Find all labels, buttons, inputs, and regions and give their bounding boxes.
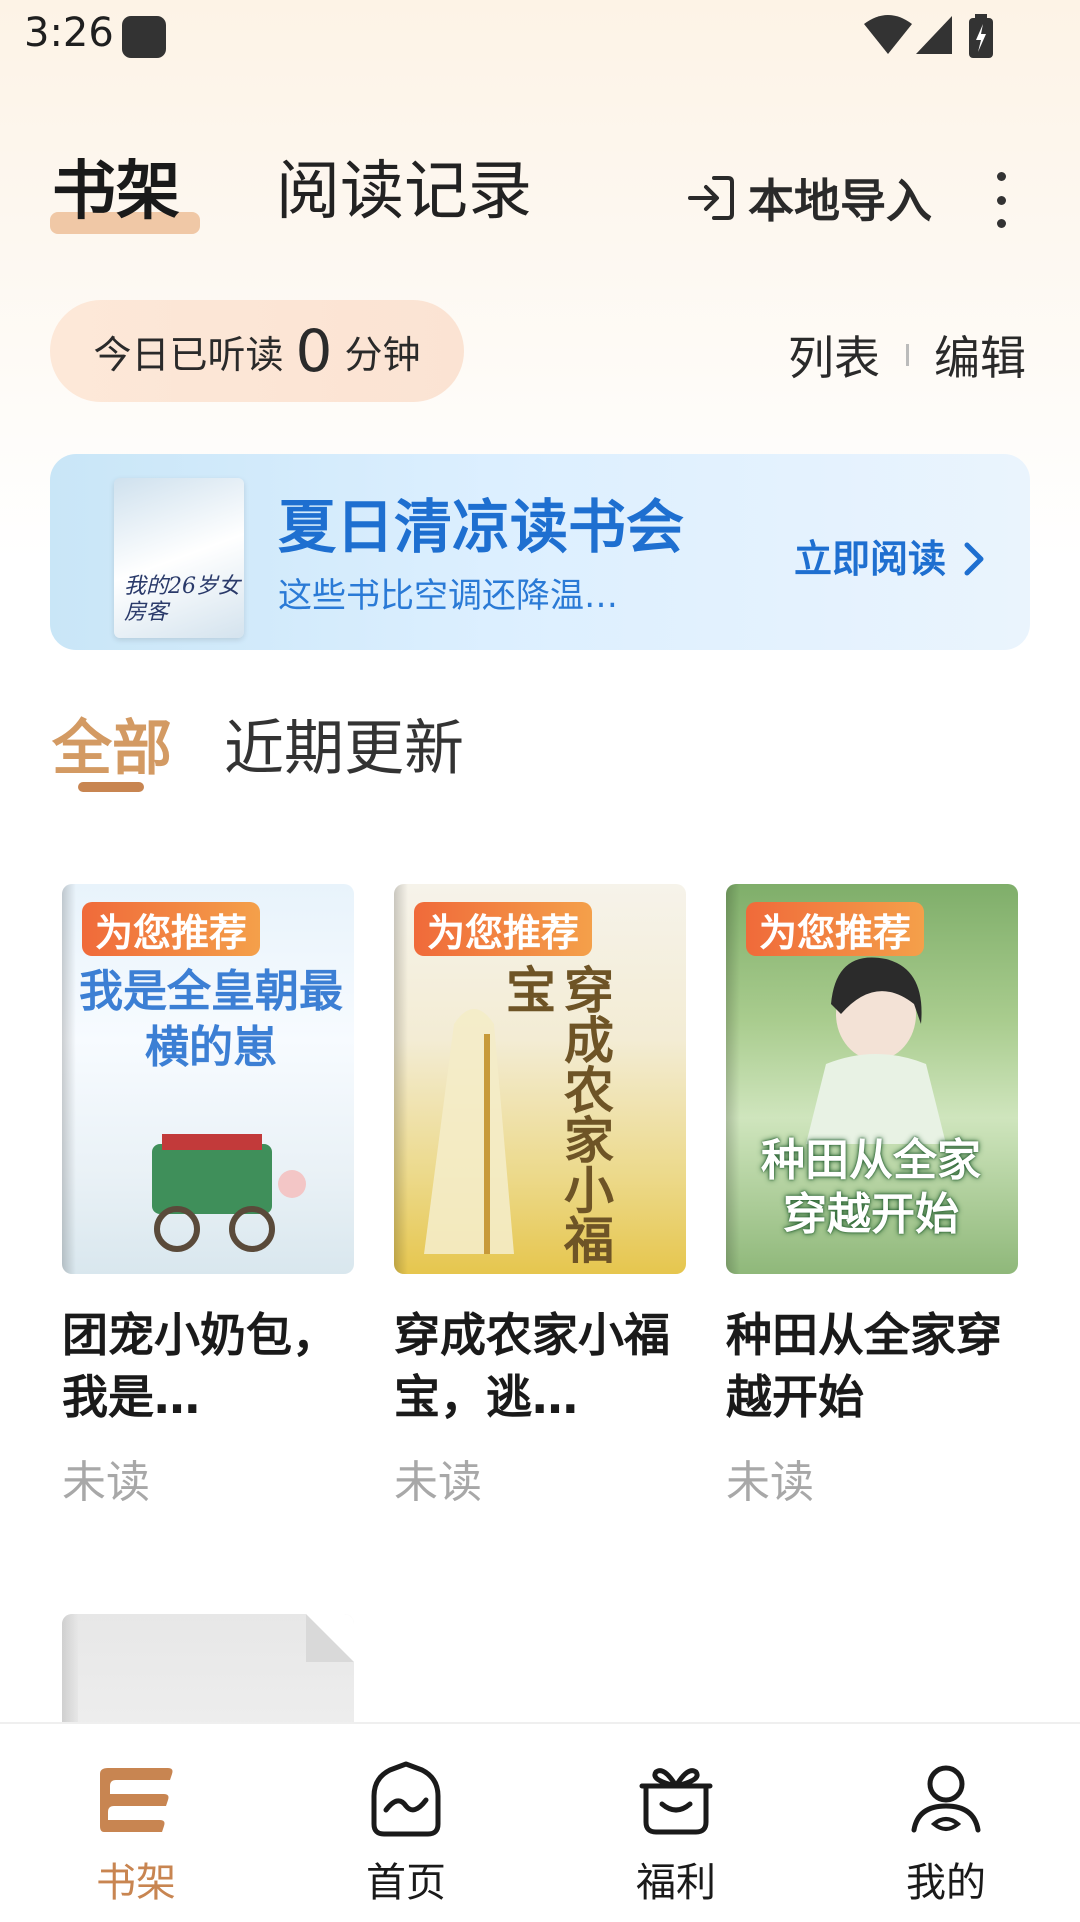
signal-icon <box>916 16 952 54</box>
filter-tab-recent[interactable]: 近期更新 <box>224 700 464 787</box>
book-cover: 我是全皇朝最横的崽 为您推荐 <box>62 884 354 1274</box>
reading-stats-prefix: 今日已听读 <box>93 332 284 377</box>
character-illustration <box>806 957 946 1144</box>
book-cover: 穿成农家小福宝 为您推荐 <box>394 884 686 1274</box>
book-title: 团宠小奶包，我是… <box>62 1308 338 1424</box>
import-icon <box>688 176 734 220</box>
nav-label: 福利 <box>636 1860 716 1906</box>
edit-button[interactable]: 编辑 <box>934 322 1026 388</box>
reading-stats-minutes: 0 <box>295 317 333 385</box>
book-cover-title: 穿成农家小福宝 <box>498 964 615 1264</box>
book-read-status: 未读 <box>394 1457 482 1508</box>
banner-cover-title: 我的26岁女房客 <box>124 574 240 625</box>
banner-cta-label: 立即阅读 <box>794 537 947 581</box>
gift-icon <box>639 1768 713 1835</box>
book-title: 穿成农家小福宝，逃… <box>394 1308 670 1424</box>
book-title: 种田从全家穿越开始 <box>726 1308 1002 1424</box>
cart-illustration <box>152 1134 306 1252</box>
more-options-icon[interactable] <box>990 172 1012 228</box>
reading-stats-pill: 今日已听读 0 分钟 <box>50 300 464 402</box>
nav-home[interactable]: 首页 <box>306 1760 506 1908</box>
figure-illustration <box>424 1009 514 1254</box>
book-read-status: 未读 <box>726 1457 814 1508</box>
divider <box>906 344 909 366</box>
bottom-navigation: 书架 首页 福利 我的 <box>0 1722 1080 1922</box>
banner-read-now-button[interactable]: 立即阅读 <box>794 528 985 583</box>
local-import-label: 本地导入 <box>748 174 932 228</box>
filter-tab-all[interactable]: 全部 <box>52 700 172 787</box>
notification-icon <box>122 16 166 58</box>
banner-book-cover: 我的26岁女房客 <box>114 478 244 638</box>
book-card[interactable]: 穿成农家小福宝 为您推荐 穿成农家小福宝，逃… 未读 <box>394 884 686 1510</box>
battery-icon <box>969 14 993 58</box>
tab-reading-history[interactable]: 阅读记录 <box>276 140 532 232</box>
placeholder-book-cover[interactable] <box>62 1614 354 1734</box>
book-card[interactable]: 我是全皇朝最横的崽 为您推荐 团宠小奶包，我是… 未读 <box>62 884 354 1510</box>
banner-title: 夏日清凉读书会 <box>278 493 685 561</box>
profile-icon <box>911 1765 981 1833</box>
home-icon <box>371 1761 441 1837</box>
recommend-badge: 为您推荐 <box>746 902 924 956</box>
filter-tab-indicator <box>78 782 144 792</box>
bookshelf-icon <box>100 1768 173 1832</box>
local-import-button[interactable]: 本地导入 <box>688 168 932 228</box>
book-read-status: 未读 <box>62 1457 150 1508</box>
wifi-icon <box>864 15 912 54</box>
nav-label: 我的 <box>906 1860 986 1906</box>
tab-bookshelf[interactable]: 书架 <box>52 140 180 232</box>
status-time: 3:26 <box>24 10 114 56</box>
recommend-badge: 为您推荐 <box>414 902 592 956</box>
chevron-right-icon <box>964 542 984 576</box>
recommend-badge: 为您推荐 <box>82 902 260 956</box>
promo-banner[interactable]: 我的26岁女房客 夏日清凉读书会 这些书比空调还降温… 立即阅读 <box>50 454 1030 650</box>
nav-welfare[interactable]: 福利 <box>576 1760 776 1908</box>
book-cover-title: 种田从全家穿越开始 <box>761 1135 981 1240</box>
nav-profile[interactable]: 我的 <box>846 1760 1046 1908</box>
nav-label: 首页 <box>366 1860 446 1906</box>
status-bar: 3:26 <box>0 0 1080 76</box>
banner-subtitle: 这些书比空调还降温… <box>278 576 618 616</box>
reading-stats-suffix: 分钟 <box>344 332 421 377</box>
list-view-button[interactable]: 列表 <box>788 322 880 388</box>
book-cover-title: 我是全皇朝最横的崽 <box>79 966 343 1073</box>
book-card[interactable]: 种田从全家穿越开始 为您推荐 种田从全家穿越开始 未读 <box>726 884 1018 1510</box>
nav-bookshelf[interactable]: 书架 <box>36 1760 236 1908</box>
nav-label: 书架 <box>96 1860 176 1906</box>
book-cover: 种田从全家穿越开始 为您推荐 <box>726 884 1018 1274</box>
